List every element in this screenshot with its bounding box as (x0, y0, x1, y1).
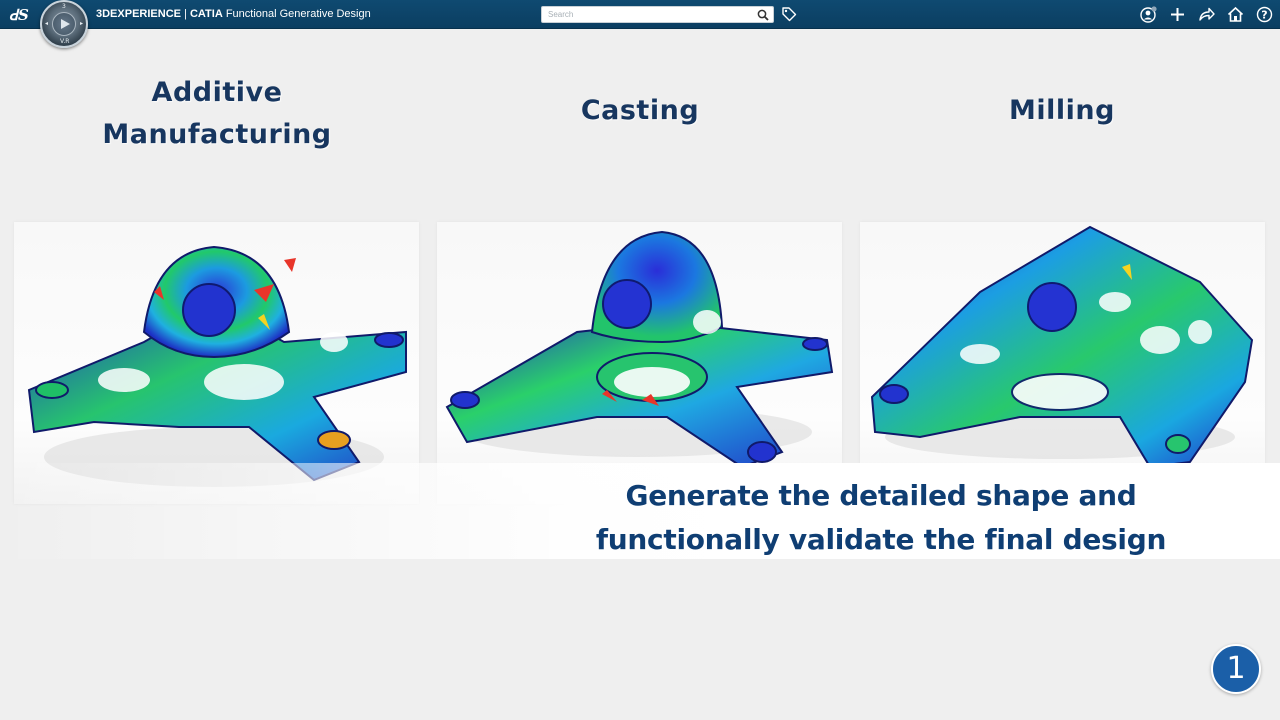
caption-line1: Generate the detailed shape and (625, 479, 1137, 512)
search-icon[interactable] (757, 9, 769, 21)
heading-casting: Casting (580, 95, 700, 126)
heading-additive-line1: Additive (151, 77, 283, 108)
heading-additive-manufacturing: Additive Manufacturing (90, 72, 344, 156)
compass-mark-bottom: V.R (60, 38, 70, 45)
home-icon[interactable] (1227, 6, 1244, 23)
add-icon[interactable] (1169, 6, 1186, 23)
casting-part-image (437, 222, 842, 504)
app-brand: CATIA (189, 8, 223, 20)
play-icon[interactable] (52, 12, 76, 36)
heading-milling: Milling (1009, 95, 1115, 126)
heading-additive-line2: Manufacturing (102, 119, 332, 150)
compass-mark-top: 3 (62, 3, 66, 10)
ds-logo-icon[interactable]: ꓒS (8, 3, 32, 25)
svg-text:ꓒS: ꓒS (9, 6, 29, 24)
search-box[interactable] (541, 6, 774, 23)
share-icon[interactable] (1198, 6, 1215, 23)
additive-part-image (14, 222, 419, 504)
search-input[interactable] (542, 7, 752, 22)
user-icon[interactable] (1140, 6, 1157, 23)
step-number-badge: 1 (1211, 644, 1261, 694)
caption-text: Generate the detailed shape and function… (580, 474, 1182, 562)
app-title: 3DEXPERIENCE | CATIA Functional Generati… (96, 0, 371, 29)
milling-part-image (860, 222, 1265, 504)
compass-mark-left: ◂ (45, 20, 49, 27)
title-separator: | (180, 8, 190, 20)
brand-name: 3DEXPERIENCE (96, 8, 181, 20)
caption-line2: functionally validate the final design (595, 523, 1167, 556)
top-bar: ꓒS 3DEXPERIENCE | CATIA Functional Gener… (0, 0, 1280, 29)
svg-text:?: ? (1261, 9, 1267, 22)
compass-mark-right: ▸ (80, 20, 84, 27)
help-icon[interactable]: ? (1256, 6, 1273, 23)
compass-icon[interactable]: 3 ◂ ▸ V.R (40, 0, 88, 48)
tag-icon[interactable] (781, 6, 797, 22)
app-name: Functional Generative Design (222, 8, 371, 20)
